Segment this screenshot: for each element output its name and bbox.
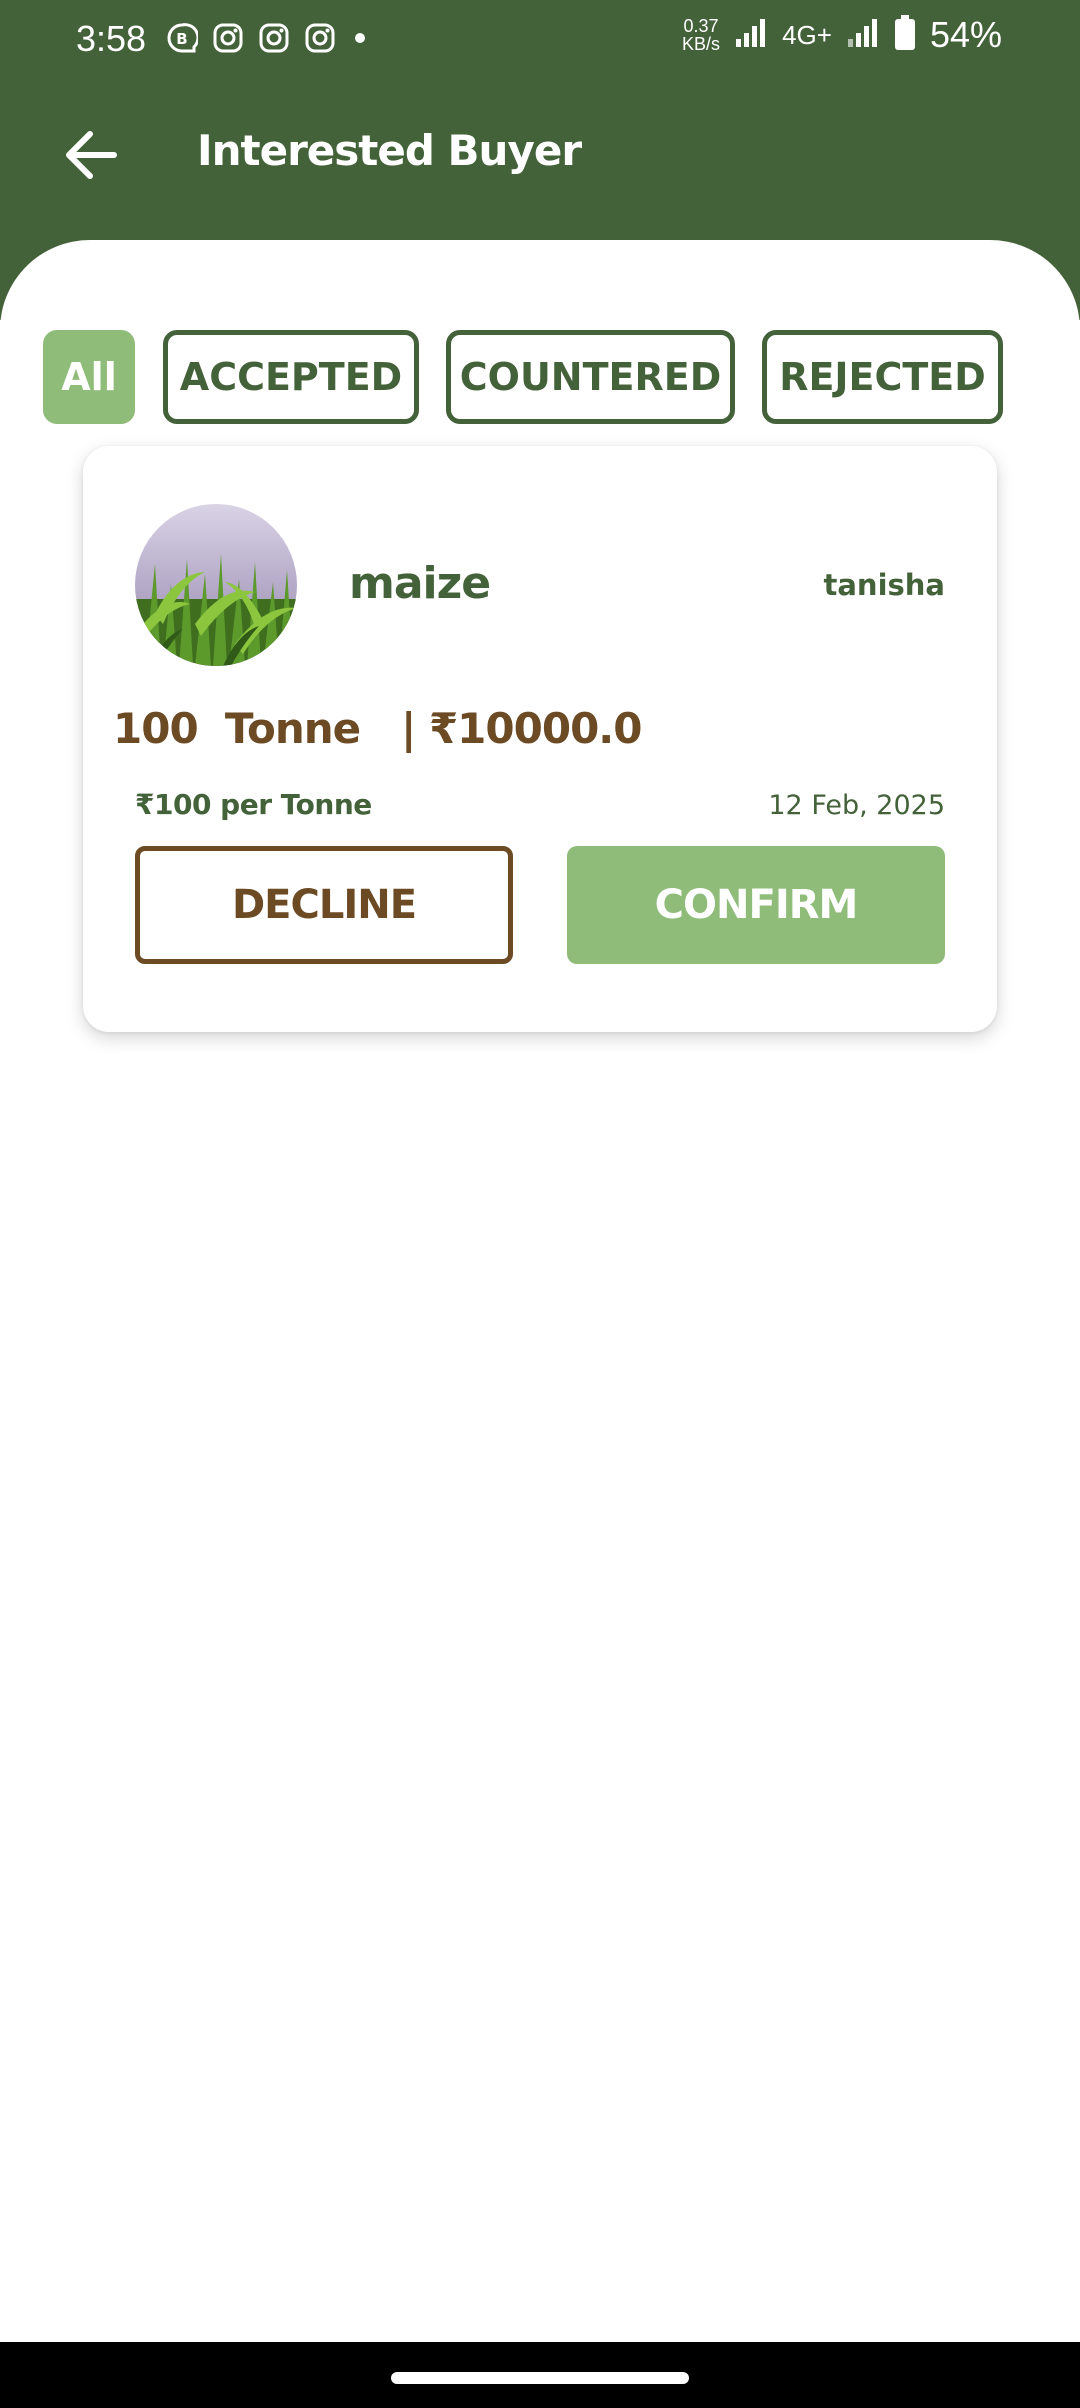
tab-all[interactable]: All <box>43 330 135 424</box>
offer-date: 12 Feb, 2025 <box>768 790 945 821</box>
notification-icons: B <box>166 22 370 59</box>
home-gesture-bar[interactable] <box>391 2372 689 2384</box>
instagram-icon <box>258 22 290 59</box>
net-speed-unit: KB/s <box>682 34 721 54</box>
status-time: 3:58 <box>76 18 147 59</box>
net-speed-value: 0.37 <box>683 16 719 36</box>
tab-rejected[interactable]: REJECTED <box>762 330 1003 424</box>
buyer-name: tanisha <box>823 568 946 602</box>
filter-tabs: All ACCEPTED COUNTERED REJECTED <box>43 330 1043 424</box>
tab-accepted[interactable]: ACCEPTED <box>163 330 419 424</box>
net-speed: 0.37 KB/s <box>682 17 720 53</box>
crop-name: maize <box>349 558 491 609</box>
tab-countered[interactable]: COUNTERED <box>446 330 735 424</box>
confirm-button[interactable]: CONFIRM <box>567 846 945 964</box>
battery-icon <box>894 14 916 56</box>
battery-percent: 54% <box>929 14 1002 55</box>
network-type: 4G+ <box>782 19 832 50</box>
quantity-and-total: 100 Tonne | ₹10000.0 <box>113 704 642 753</box>
page-title: Interested Buyer <box>197 126 582 175</box>
signal-icon <box>846 17 880 54</box>
offer-card[interactable]: maize tanisha 100 Tonne | ₹10000.0 ₹100 … <box>83 446 997 1032</box>
bbm-icon: B <box>166 22 200 59</box>
decline-button[interactable]: DECLINE <box>135 846 513 964</box>
instagram-icon <box>212 22 244 59</box>
arrow-left-icon <box>66 131 117 179</box>
svg-text:B: B <box>176 30 187 48</box>
dot-icon <box>350 22 370 59</box>
crop-image <box>135 504 297 666</box>
back-button[interactable] <box>56 122 126 188</box>
instagram-icon <box>304 22 336 59</box>
status-bar: 3:58 B 0.37 KB/s 4G+ 54% <box>0 0 1080 76</box>
price-per-unit: ₹100 per Tonne <box>135 788 372 821</box>
signal-icon <box>734 17 768 54</box>
status-right: 0.37 KB/s 4G+ 54% <box>682 14 1002 56</box>
